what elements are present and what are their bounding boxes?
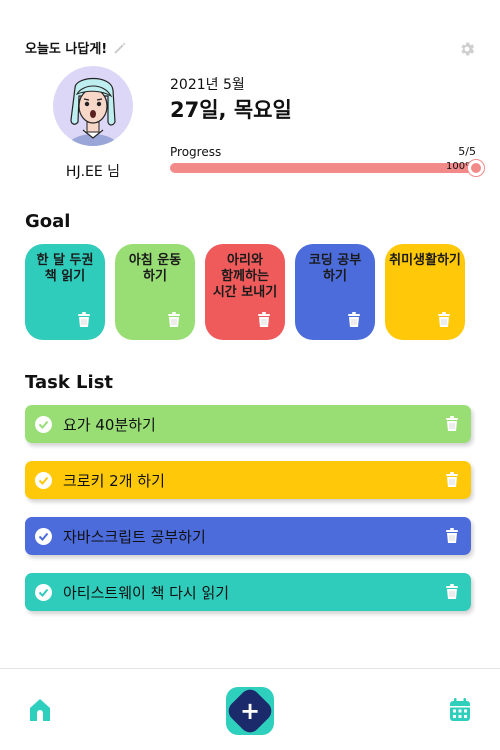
task-label: 크로키 2개 하기 [63, 471, 165, 490]
goal-label: 취미생활하기 [389, 253, 461, 268]
avatar-illustration [67, 78, 119, 146]
pencil-icon[interactable] [113, 41, 127, 55]
check-icon[interactable] [35, 471, 52, 489]
progress-label: Progress [170, 145, 222, 159]
calendar-icon[interactable] [448, 697, 472, 723]
trash-icon[interactable] [445, 584, 459, 600]
task-list: 요가 40분하기 크로키 2개 하기 자바스크립트 공부하기 아티스트웨이 책 … [25, 405, 471, 611]
plus-icon: + [239, 696, 261, 725]
trash-icon[interactable] [167, 312, 181, 328]
username: HJ.EE 님 [65, 164, 121, 180]
trash-icon[interactable] [445, 416, 459, 432]
goal-label: 한 달 두권 책 읽기 [36, 253, 94, 284]
goal-section-title: Goal [25, 211, 71, 232]
motto-text: 오늘도 나답게! [25, 42, 108, 57]
task-label: 자바스크립트 공부하기 [63, 527, 206, 546]
add-button[interactable]: + [224, 685, 276, 737]
trash-icon[interactable] [347, 312, 361, 328]
task-label: 요가 40분하기 [63, 415, 156, 434]
avatar [53, 66, 133, 146]
check-icon[interactable] [35, 415, 52, 433]
progress-knob [468, 160, 484, 176]
goal-card[interactable]: 한 달 두권 책 읽기 [25, 244, 105, 340]
progress-fill [170, 163, 476, 173]
progress-bar [170, 163, 476, 173]
motto: 오늘도 나답게! [25, 38, 127, 57]
goal-card[interactable]: 아침 운동 하기 [115, 244, 195, 340]
goal-label: 코딩 공부 하기 [308, 253, 362, 284]
check-icon[interactable] [35, 583, 52, 601]
task-item[interactable]: 요가 40분하기 [25, 405, 471, 443]
goal-card[interactable]: 코딩 공부 하기 [295, 244, 375, 340]
home-icon[interactable] [28, 697, 52, 723]
task-item[interactable]: 크로키 2개 하기 [25, 461, 471, 499]
task-section-title: Task List [25, 372, 114, 393]
goal-label: 아침 운동 하기 [128, 253, 182, 284]
check-icon[interactable] [35, 527, 52, 545]
goal-list: 한 달 두권 책 읽기 아침 운동 하기 아리와 함께하는 시간 보내기 코딩 … [25, 244, 465, 340]
trash-icon[interactable] [445, 528, 459, 544]
goal-card[interactable]: 취미생활하기 [385, 244, 465, 340]
month-label: 2021년 5월 [170, 77, 245, 93]
goal-label: 아리와 함께하는 시간 보내기 [212, 253, 278, 300]
progress-count: 5/5 [458, 145, 476, 158]
trash-icon[interactable] [437, 312, 451, 328]
task-label: 아티스트웨이 책 다시 읽기 [63, 583, 230, 602]
task-item[interactable]: 자바스크립트 공부하기 [25, 517, 471, 555]
gear-icon[interactable] [458, 40, 476, 58]
goal-card[interactable]: 아리와 함께하는 시간 보내기 [205, 244, 285, 340]
trash-icon[interactable] [257, 312, 271, 328]
trash-icon[interactable] [445, 472, 459, 488]
trash-icon[interactable] [77, 312, 91, 328]
day-label: 27일, 목요일 [170, 98, 292, 122]
add-diamond: + [224, 685, 276, 737]
task-item[interactable]: 아티스트웨이 책 다시 읽기 [25, 573, 471, 611]
